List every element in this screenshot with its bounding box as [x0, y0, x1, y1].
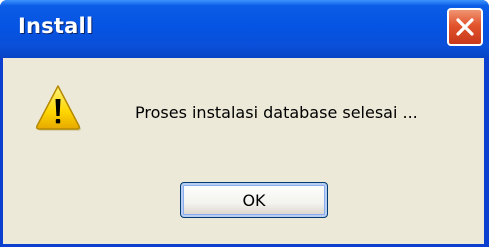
warning-icon — [36, 85, 81, 131]
close-button[interactable] — [447, 8, 483, 46]
ok-button[interactable]: OK — [180, 182, 328, 218]
window-title: Install — [18, 14, 94, 38]
close-icon — [456, 18, 474, 36]
dialog-message: Proses instalasi database selesai ... — [135, 103, 418, 122]
title-bar[interactable]: Install — [0, 0, 489, 58]
dialog-window: Install Proses instalasi database selesa… — [0, 0, 489, 247]
